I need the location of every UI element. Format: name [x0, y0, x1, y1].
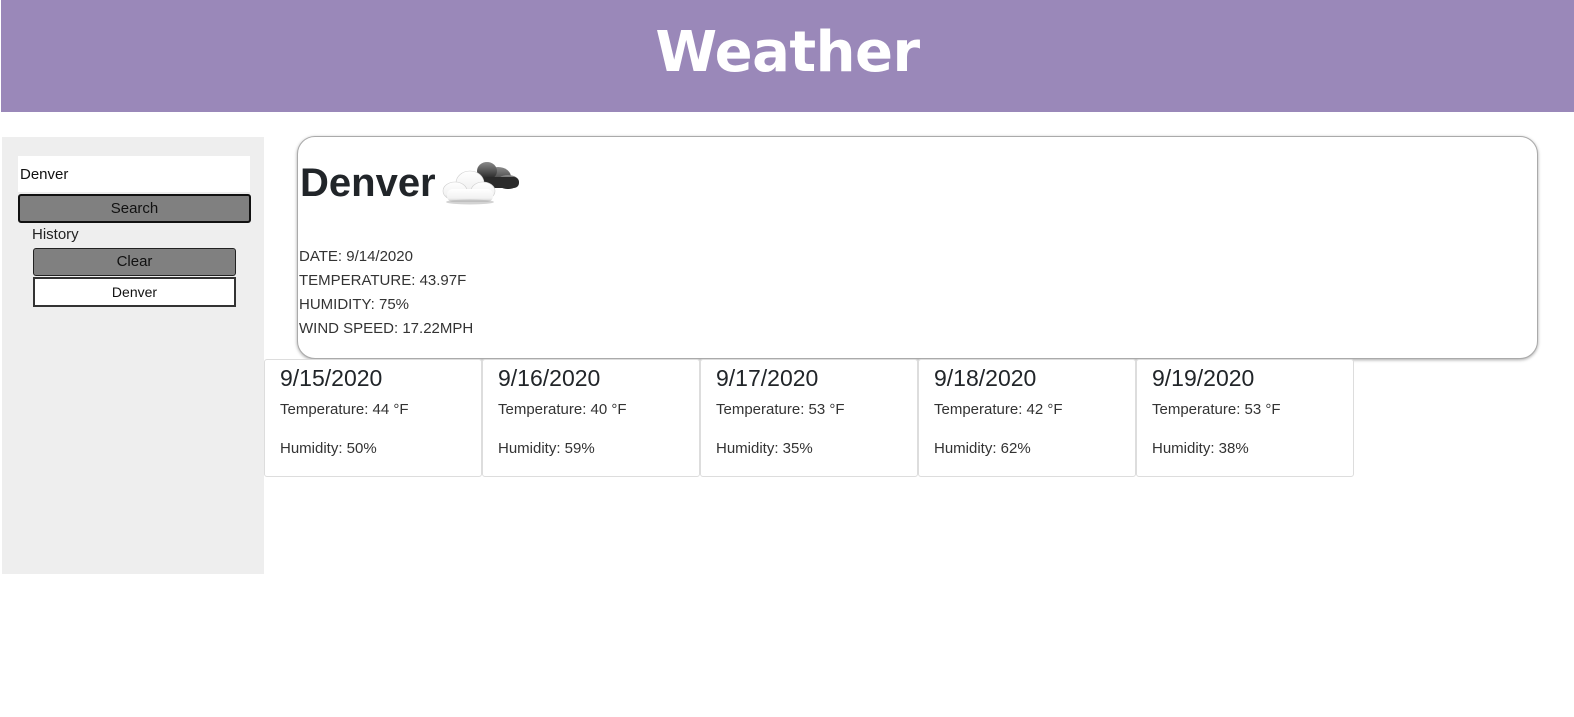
forecast-temperature: Temperature: 40 °F [498, 401, 627, 418]
history-label: History [32, 226, 79, 243]
forecast-card: 9/16/2020 Temperature: 40 °F Humidity: 5… [482, 359, 700, 477]
forecast-date: 9/19/2020 [1152, 365, 1255, 391]
page-header: Weather [1, 0, 1574, 112]
partly-cloudy-icon [442, 162, 519, 205]
city-name: Denver [300, 161, 436, 205]
forecast-card: 9/18/2020 Temperature: 42 °F Humidity: 6… [918, 359, 1136, 477]
search-input[interactable] [18, 156, 250, 192]
forecast-date: 9/16/2020 [498, 365, 601, 391]
forecast-date: 9/15/2020 [280, 365, 383, 391]
clear-button[interactable]: Clear [33, 248, 236, 276]
sidebar: Search History Clear Denver [2, 137, 264, 574]
search-button[interactable]: Search [18, 194, 251, 223]
forecast-temperature: Temperature: 53 °F [716, 401, 845, 418]
forecast-card: 9/15/2020 Temperature: 44 °F Humidity: 5… [264, 359, 482, 477]
current-weather-card: Denver DATE: 9/14/2020 TEMPERATURE: 43.9… [297, 136, 1538, 359]
current-temperature: TEMPERATURE: 43.97F [299, 272, 467, 289]
current-date: DATE: 9/14/2020 [299, 248, 413, 265]
forecast-humidity: Humidity: 50% [280, 440, 377, 457]
forecast-date: 9/17/2020 [716, 365, 819, 391]
forecast-date: 9/18/2020 [934, 365, 1037, 391]
forecast-humidity: Humidity: 62% [934, 440, 1031, 457]
history-item-denver[interactable]: Denver [33, 277, 236, 307]
forecast-card: 9/19/2020 Temperature: 53 °F Humidity: 3… [1136, 359, 1354, 477]
forecast-temperature: Temperature: 53 °F [1152, 401, 1281, 418]
forecast-humidity: Humidity: 59% [498, 440, 595, 457]
forecast-card: 9/17/2020 Temperature: 53 °F Humidity: 3… [700, 359, 918, 477]
forecast-humidity: Humidity: 38% [1152, 440, 1249, 457]
forecast-temperature: Temperature: 42 °F [934, 401, 1063, 418]
current-wind-speed: WIND SPEED: 17.22MPH [299, 320, 474, 337]
current-humidity: HUMIDITY: 75% [299, 296, 410, 313]
forecast-humidity: Humidity: 35% [716, 440, 813, 457]
page-title: Weather [655, 20, 920, 85]
forecast-temperature: Temperature: 44 °F [280, 401, 409, 418]
